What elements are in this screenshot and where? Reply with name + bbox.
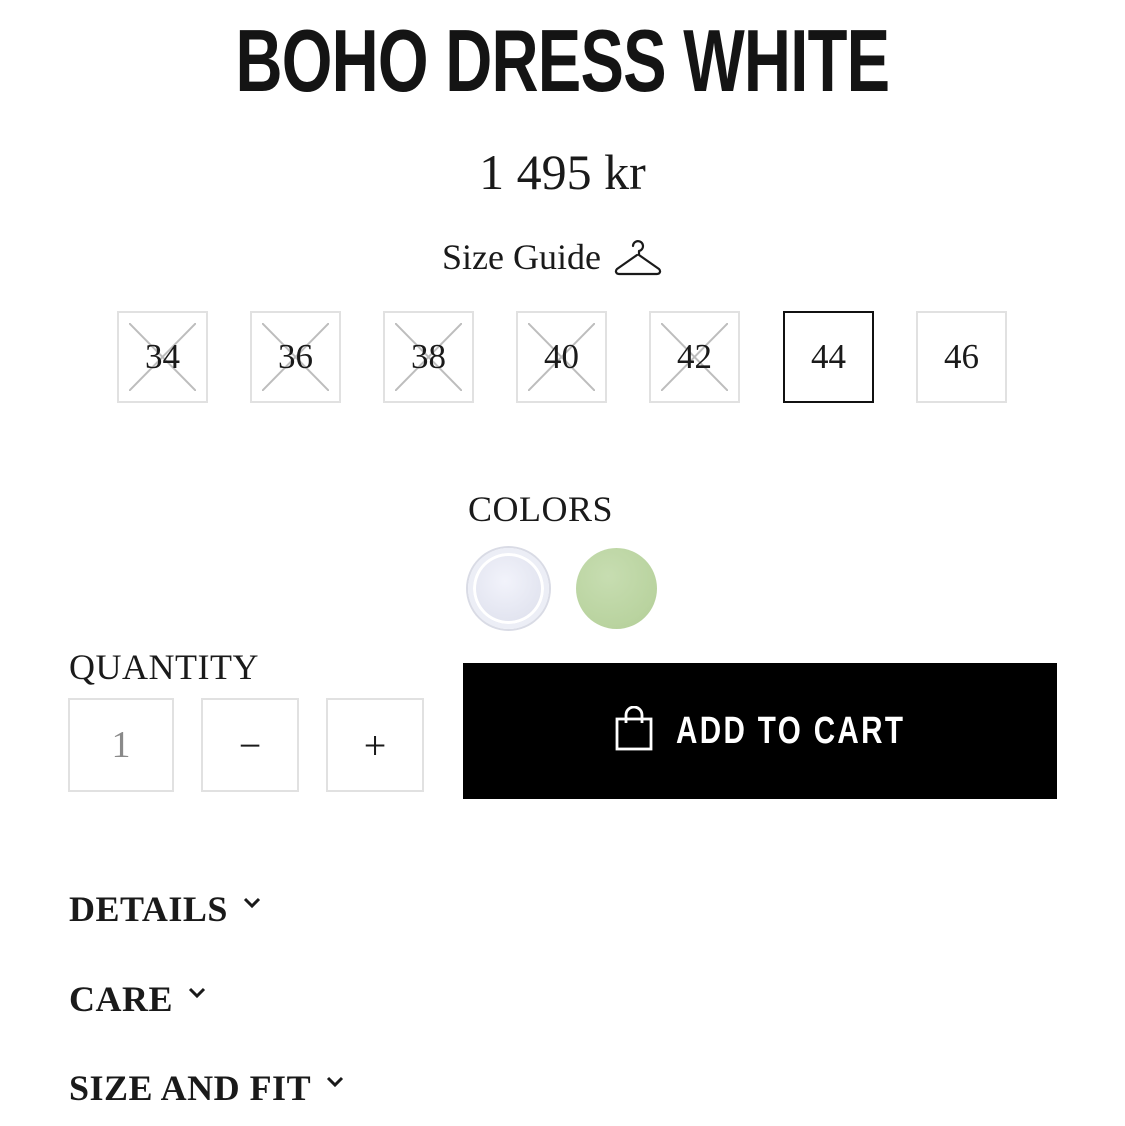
product-price: 1 495 kr [479,144,646,200]
size-label: 40 [544,337,579,376]
add-to-cart-label: ADD TO CART [676,709,906,752]
add-to-cart-button[interactable]: ADD TO CART [463,663,1057,799]
quantity-decrease-button[interactable]: − [201,698,299,792]
chevron-down-icon [243,897,260,909]
size-guide-label: Size Guide [442,237,601,277]
size-guide-link[interactable]: Size Guide [442,232,663,282]
size-option-40[interactable]: 40 [516,311,607,403]
shopping-bag-icon [615,706,653,751]
accordion-size-and-fit[interactable]: SIZE AND FIT [69,1067,345,1109]
size-option-34[interactable]: 34 [117,311,208,403]
accordion-label: DETAILS [69,889,228,929]
product-title: BOHO DRESS WHITE [235,11,890,110]
size-option-38[interactable]: 38 [383,311,474,403]
size-label: 36 [278,337,313,376]
size-label: 34 [145,337,180,376]
chevron-down-icon [188,987,206,999]
size-label: 46 [944,337,979,376]
quantity-heading: QUANTITY [69,647,259,687]
color-swatch-green[interactable] [576,548,657,629]
size-option-46[interactable]: 46 [916,311,1007,403]
size-option-42[interactable]: 42 [649,311,740,403]
hanger-icon [614,240,662,276]
quantity-input[interactable]: 1 [68,698,174,792]
accordion-label: CARE [69,979,174,1019]
size-option-36[interactable]: 36 [250,311,341,403]
size-label: 44 [811,337,846,376]
accordion-care[interactable]: CARE [69,978,207,1020]
size-option-44[interactable]: 44 [783,311,874,403]
colors-heading: COLORS [468,489,614,529]
chevron-down-icon [327,1076,344,1088]
color-swatch-white[interactable] [468,548,549,629]
quantity-increase-button[interactable]: + [326,698,424,792]
accordion-details[interactable]: DETAILS [69,888,262,930]
accordion-label: SIZE AND FIT [69,1068,312,1108]
size-label: 42 [677,337,712,376]
size-label: 38 [411,337,446,376]
